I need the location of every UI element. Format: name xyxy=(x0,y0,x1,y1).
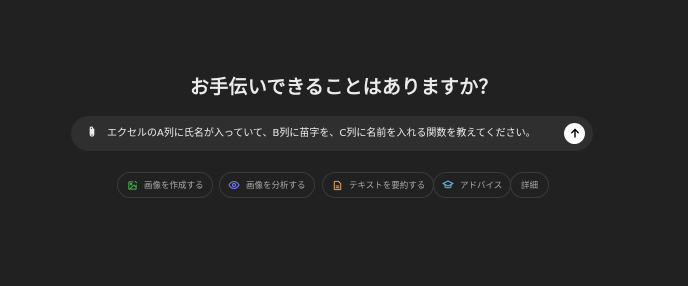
image-create-icon xyxy=(126,179,138,191)
suggestion-chips: 画像を作成する 画像を分析する テキストを要約する アドバイス 詳細 xyxy=(0,172,688,198)
chat-composer[interactable]: エクセルのA列に氏名が入っていて、B列に苗字を、C列に名前を入れる関数を教えてく… xyxy=(71,116,593,151)
attach-button[interactable] xyxy=(80,122,103,145)
arrow-up-icon xyxy=(569,124,581,143)
eye-icon xyxy=(228,179,240,191)
graduation-cap-icon xyxy=(442,179,454,191)
send-button[interactable] xyxy=(564,123,585,144)
chip-summarize-text[interactable]: テキストを要約する xyxy=(322,172,435,198)
chip-analyze-image[interactable]: 画像を分析する xyxy=(219,172,315,198)
chip-label: 詳細 xyxy=(521,181,539,191)
chip-label: アドバイス xyxy=(460,181,503,191)
page-title: お手伝いできることはありますか？ xyxy=(190,76,498,98)
document-icon xyxy=(331,179,343,191)
chip-create-image[interactable]: 画像を作成する xyxy=(117,172,213,198)
chip-label: テキストを要約する xyxy=(349,181,426,191)
chip-label: 画像を作成する xyxy=(144,181,204,191)
prompt-input[interactable]: エクセルのA列に氏名が入っていて、B列に苗字を、C列に名前を入れる関数を教えてく… xyxy=(107,116,552,151)
chip-more[interactable]: 詳細 xyxy=(510,172,550,198)
chip-advice[interactable]: アドバイス xyxy=(433,172,512,198)
chip-label: 画像を分析する xyxy=(246,181,306,191)
paperclip-icon xyxy=(85,124,99,143)
